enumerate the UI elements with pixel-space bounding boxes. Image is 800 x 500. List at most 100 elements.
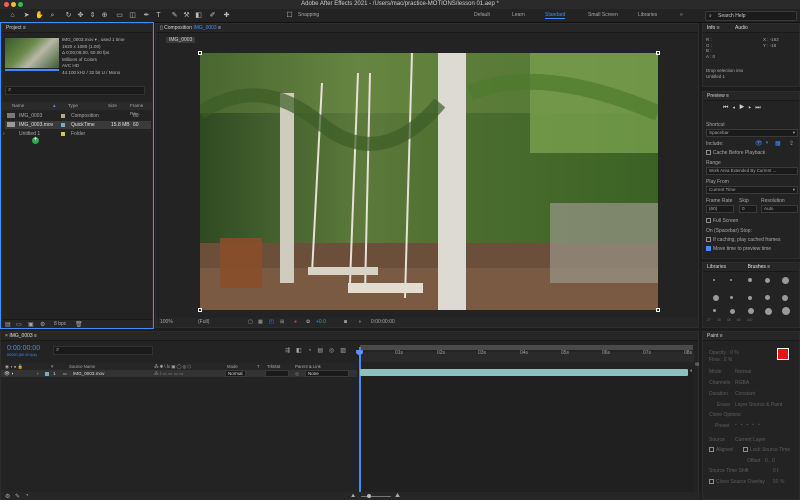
zoom-in-icon[interactable]: ⛰ [395, 493, 400, 500]
rectangle-tool-icon[interactable]: ▭ [115, 11, 124, 20]
chevron-right-icon[interactable]: › [3, 130, 5, 138]
move-time-checkbox[interactable]: Move time to preview time [706, 246, 771, 252]
close-window-button[interactable] [4, 2, 9, 7]
layer-parent-dropdown[interactable]: None [305, 370, 349, 377]
first-frame-icon[interactable]: ⏮ [723, 105, 732, 111]
aligned-checkbox[interactable]: Aligned [709, 447, 733, 453]
magnification-dropdown[interactable]: 100% [160, 318, 173, 327]
expand-layer-switches-icon[interactable]: ⚙ [5, 493, 10, 500]
tab-brushes[interactable]: Brushes [748, 264, 766, 270]
maximize-window-button[interactable] [18, 2, 23, 7]
transform-handle[interactable] [198, 51, 202, 55]
transform-handle[interactable] [656, 51, 660, 55]
hand-tool-icon[interactable]: ✋ [35, 11, 44, 20]
pan-behind-icon[interactable]: ⊕ [100, 11, 109, 20]
zoom-slider[interactable] [361, 496, 391, 497]
resolution-dropdown[interactable]: (Full) [198, 318, 209, 327]
shy-layers-icon[interactable]: ◔ [308, 348, 318, 354]
expand-time-icon[interactable]: ◔ [25, 493, 29, 499]
composition-tab[interactable]: ▯ Composition IMG_0003 ≡ [156, 24, 698, 33]
eraser-tool-icon[interactable]: ◧ [194, 11, 203, 20]
layer-label-color[interactable] [45, 371, 49, 376]
workspace-small-screen[interactable]: Small Screen [588, 12, 618, 18]
viewer-timecode[interactable]: 0:00:00:00 [371, 318, 395, 327]
layer-visibility-icon[interactable]: 👁 [4, 370, 10, 377]
comp-button-icon[interactable]: ⛃ [695, 362, 699, 368]
project-item-footage[interactable]: IMG_0003.mov QuickTime 15.8 MB 60 [5, 121, 151, 129]
trash-icon[interactable]: 🗑 [75, 321, 83, 328]
label-color-swatch[interactable] [61, 123, 65, 127]
exposure-value[interactable]: +0.0 [316, 318, 326, 327]
snapping-checkbox-icon[interactable]: ☐ [285, 11, 294, 20]
minimize-window-button[interactable] [11, 2, 16, 7]
lock-source-time-checkbox[interactable]: Lock Source Time [743, 447, 790, 453]
guides-icon[interactable]: ⊞ [280, 318, 284, 327]
brush-tool-icon[interactable]: ✎ [170, 11, 179, 20]
reset-preview-icon[interactable]: ⇪ [789, 140, 794, 147]
erase-dropdown[interactable]: Layer Source & Paint [735, 402, 782, 408]
layer-switches[interactable]: ⁂ / ▭ ▭ ▭ ▭ [154, 370, 184, 377]
layer-audio-icon[interactable]: ◖ [11, 370, 14, 377]
timeline-timecode[interactable]: 0:00:00:00 [7, 345, 40, 352]
comp-breadcrumb[interactable]: IMG_0003 [166, 37, 196, 43]
new-composition-icon[interactable]: ▣ [28, 321, 34, 328]
source-time-shift-value[interactable]: 0 f [773, 468, 779, 474]
project-item-comp[interactable]: IMG_0003 Composition 60 [5, 112, 151, 120]
zoom-out-icon[interactable]: ⛰ [351, 493, 355, 499]
new-folder-icon[interactable]: ▭ [16, 321, 22, 328]
offset-value[interactable]: 0 , 0 [765, 458, 775, 464]
clone-presets[interactable]: ▪▪▪▪▪ [735, 422, 764, 428]
flow-value[interactable]: Flow : 0 % [709, 357, 732, 363]
foreground-color-swatch[interactable] [777, 348, 789, 360]
duration-dropdown[interactable]: Constant [735, 391, 755, 397]
video-include-icon[interactable]: 👁 [755, 140, 763, 147]
roto-brush-icon[interactable]: ✐ [208, 11, 217, 20]
lock-icon[interactable]: ▯ [160, 25, 163, 31]
dolly-camera-icon[interactable]: ⇕ [88, 11, 97, 20]
timeline-search-input[interactable]: ⌕ [53, 346, 153, 355]
motion-blur-icon[interactable]: ◎ [329, 348, 340, 354]
region-of-interest-icon[interactable]: ▢ [248, 318, 253, 327]
frame-rate-dropdown[interactable]: (60) [706, 205, 734, 213]
channels-dropdown[interactable]: RGBA [735, 380, 749, 386]
brush-tips-grid[interactable]: 27 35 45 65 100 [703, 275, 799, 325]
col-name[interactable]: Name [12, 102, 24, 110]
transparency-grid-icon[interactable]: ▦ [258, 318, 263, 327]
full-screen-checkbox[interactable]: Full Screen [706, 218, 738, 224]
pan-camera-icon[interactable]: ✥ [76, 11, 85, 20]
resolution-dropdown[interactable]: Auto [761, 205, 798, 213]
col-size[interactable]: Size [108, 102, 117, 110]
zoom-tool-icon[interactable]: ⌕ [48, 11, 57, 20]
expand-modes-icon[interactable]: ✎ [15, 493, 20, 500]
snapshot-camera-icon[interactable]: ◙ [344, 318, 347, 327]
viewer-footage-frame[interactable] [200, 53, 658, 310]
show-snapshot-icon[interactable]: ◑ [358, 318, 361, 327]
layer-duration-bar[interactable] [360, 369, 688, 376]
workspace-libraries[interactable]: Libraries [638, 12, 657, 18]
draft-3d-icon[interactable]: ◧ [296, 348, 308, 354]
opacity-value[interactable]: Opacity : 0 % [709, 350, 739, 356]
transform-handle[interactable] [656, 308, 660, 312]
play-from-dropdown[interactable]: Current Time ▾ [706, 186, 798, 194]
pen-tool-icon[interactable]: ✒ [142, 11, 151, 20]
transform-handle[interactable] [198, 308, 202, 312]
puppet-pin-icon[interactable]: ✚ [222, 11, 231, 20]
color-channels-icon[interactable]: ● [294, 318, 297, 327]
help-search-input[interactable]: ⌕ Search Help [705, 11, 797, 21]
more-workspaces-icon[interactable]: » [680, 12, 683, 18]
mask-tool-icon[interactable]: ◫ [128, 11, 137, 20]
shortcut-dropdown[interactable]: Spacebar ▾ [706, 129, 798, 137]
label-color-swatch[interactable] [61, 132, 65, 136]
type-tool-icon[interactable]: T [154, 11, 163, 20]
workspace-learn[interactable]: Learn [512, 12, 525, 18]
graph-editor-icon[interactable]: ▧ [340, 348, 352, 354]
range-dropdown[interactable]: Work Area Extended By Current ... [706, 167, 798, 175]
overlays-include-icon[interactable]: ▦ [775, 140, 781, 147]
mask-visibility-icon[interactable]: ◰ [269, 318, 274, 327]
audio-include-icon[interactable]: ◖ [765, 140, 769, 146]
layer-mode-dropdown[interactable]: Normal [225, 370, 246, 377]
workspace-standard[interactable]: Standard [545, 12, 566, 19]
orbit-camera-icon[interactable]: ↻ [64, 11, 73, 20]
composition-mini-flowchart-icon[interactable]: ⇶ [285, 348, 296, 354]
project-search-input[interactable]: ⌕ [5, 86, 145, 95]
